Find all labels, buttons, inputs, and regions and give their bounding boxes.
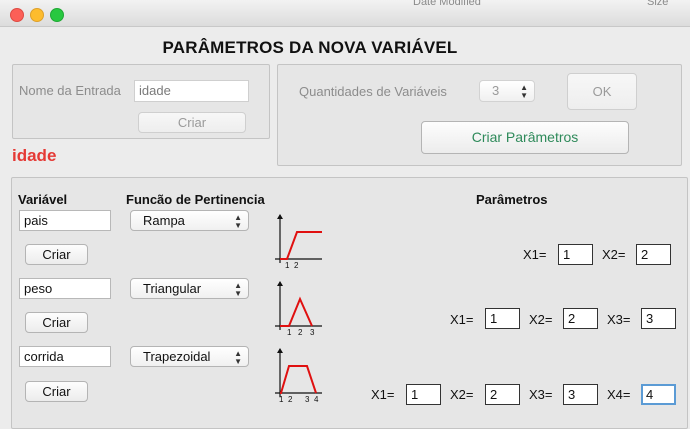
criar-variable-button[interactable]: Criar [25, 381, 88, 402]
graph-tick-label: 1 [287, 328, 292, 337]
graph-tick-label: 3 [305, 395, 310, 404]
param-label: X3= [529, 387, 553, 402]
minimize-window-button[interactable] [30, 8, 44, 22]
param-x3-input[interactable]: 3 [563, 384, 598, 405]
membership-function-select[interactable]: Rampa ▲ ▼ [130, 210, 249, 231]
funcao-header: Funcão de Pertinencia [126, 192, 265, 207]
variable-name-input[interactable]: peso [19, 278, 111, 299]
param-x1-input[interactable]: 1 [558, 244, 593, 265]
ok-button[interactable]: OK [567, 73, 637, 110]
stepper-arrows-icon: ▲ ▼ [520, 83, 528, 100]
membership-function-value: Rampa [143, 213, 185, 228]
close-window-button[interactable] [10, 8, 24, 22]
param-x1-input[interactable]: 1 [406, 384, 441, 405]
criar-variable-button[interactable]: Criar [25, 312, 88, 333]
variable-name-input[interactable]: corrida [19, 346, 111, 367]
graph-tick-label: 2 [294, 261, 299, 270]
param-label: X1= [371, 387, 395, 402]
quantidades-value: 3 [492, 83, 500, 98]
param-label: X2= [450, 387, 474, 402]
quantidades-label: Quantidades de Variáveis [299, 84, 447, 99]
graph-tick-label: 2 [288, 395, 293, 404]
membership-function-value: Triangular [143, 281, 202, 296]
membership-curve [280, 296, 313, 327]
criar-parametros-button[interactable]: Criar Parâmetros [421, 121, 629, 154]
trapezoidal-function-graph: 1 2 3 4 [275, 348, 322, 404]
select-arrows-icon: ▲ ▼ [234, 281, 242, 298]
criar-variable-button[interactable]: Criar [25, 244, 88, 265]
membership-curve [280, 365, 317, 394]
axis-arrow-icon [277, 348, 283, 353]
membership-function-select[interactable]: Triangular ▲ ▼ [130, 278, 249, 299]
graph-tick-label: 1 [285, 261, 290, 270]
background-column-header: Size [647, 0, 669, 8]
membership-function-select[interactable]: Trapezoidal ▲ ▼ [130, 346, 249, 367]
variable-name-label: idade [12, 146, 57, 165]
variable-name-input[interactable]: pais [19, 210, 111, 231]
select-arrows-icon: ▲ ▼ [234, 349, 242, 366]
param-x4-input[interactable]: 4 [641, 384, 676, 405]
background-column-header: Date Modified [413, 0, 481, 8]
param-label: X1= [450, 312, 474, 327]
criar-entrada-button[interactable]: Criar [138, 112, 246, 133]
entrada-input[interactable]: idade [134, 80, 249, 102]
page-title: PARÂMETROS DA NOVA VARIÁVEL [162, 38, 458, 57]
triangular-function-graph: 1 2 3 [275, 281, 322, 337]
entrada-label: Nome da Entrada [19, 83, 121, 98]
param-label: X2= [602, 247, 626, 262]
zoom-window-button[interactable] [50, 8, 64, 22]
param-x2-input[interactable]: 2 [636, 244, 671, 265]
parametros-header: Parâmetros [476, 192, 548, 207]
membership-curve [280, 231, 322, 260]
axis-arrow-icon [277, 281, 283, 286]
graph-tick-label: 3 [310, 328, 315, 337]
quantidades-stepper[interactable]: 3 ▲ ▼ [479, 80, 535, 102]
graph-tick-label: 2 [298, 328, 303, 337]
graph-tick-label: 1 [279, 395, 284, 404]
param-label: X3= [607, 312, 631, 327]
variavel-header: Variável [18, 192, 68, 207]
ramp-function-graph: 1 2 [275, 214, 322, 270]
param-label: X2= [529, 312, 553, 327]
window-titlebar [0, 0, 690, 27]
param-x3-input[interactable]: 3 [641, 308, 676, 329]
membership-function-value: Trapezoidal [143, 349, 211, 364]
select-arrows-icon: ▲ ▼ [234, 213, 242, 230]
param-x1-input[interactable]: 1 [485, 308, 520, 329]
param-label: X4= [607, 387, 631, 402]
param-label: X1= [523, 247, 547, 262]
param-x2-input[interactable]: 2 [563, 308, 598, 329]
param-x2-input[interactable]: 2 [485, 384, 520, 405]
graph-tick-label: 4 [314, 395, 319, 404]
axis-arrow-icon [277, 214, 283, 219]
